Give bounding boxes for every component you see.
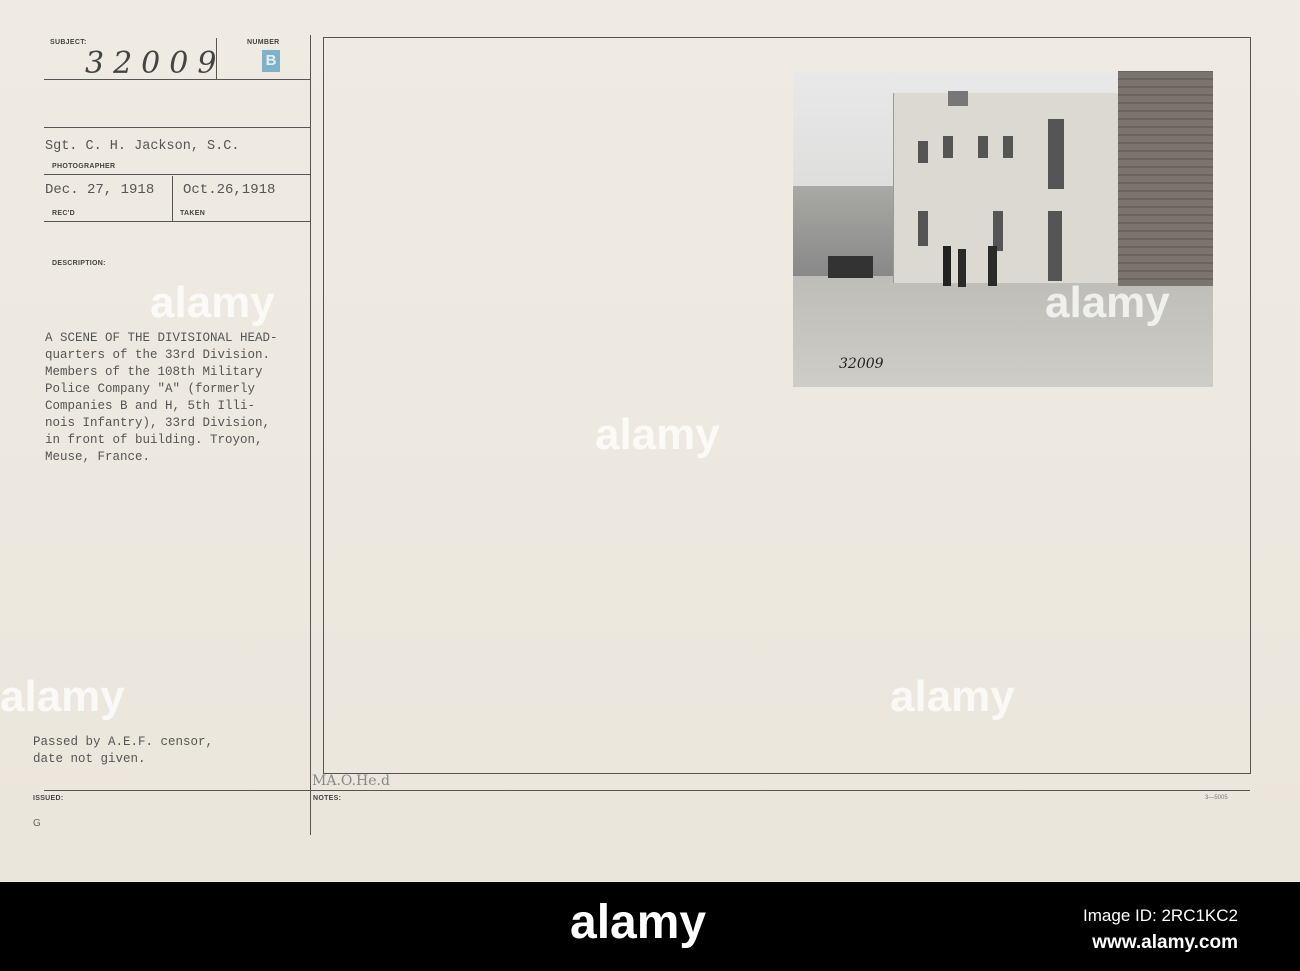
censor-text: Passed by A.E.F. censor, date not given. [33, 734, 213, 768]
received-label: REC'D [52, 210, 75, 217]
censor-line: Passed by A.E.F. censor, [33, 735, 214, 749]
issued-label: ISSUED: [33, 795, 64, 802]
image-id: Image ID: 2RC1KC2 [1083, 906, 1238, 925]
watermark: alamy [1045, 278, 1170, 327]
photographer-label: PHOTOGRAPHER [52, 163, 116, 170]
rule [44, 174, 310, 175]
building-photograph: 32009 [793, 71, 1213, 387]
date-divider [172, 176, 173, 221]
description-line: Police Company "A" (formerly [45, 382, 256, 396]
description-line: Meuse, France. [45, 450, 151, 464]
description-line: Members of the 108th Military [45, 365, 263, 379]
censor-line: date not given. [33, 752, 146, 766]
alamy-url[interactable]: www.alamy.com [1092, 932, 1238, 954]
description-line: nois Infantry), 33rd Division, [45, 416, 271, 430]
issued-mark: G [33, 818, 41, 829]
form-number: 3—5005 [1205, 795, 1228, 801]
column-divider [310, 35, 311, 835]
rule [44, 790, 1250, 791]
archive-card: SUBJECT: 32009 NUMBER B Sgt. C. H. Jacks… [0, 0, 1300, 882]
subject-number: 32009 [85, 46, 226, 81]
description-label: DESCRIPTION: [52, 260, 106, 267]
number-label: NUMBER [247, 39, 280, 46]
received-date: Dec. 27, 1918 [45, 182, 155, 198]
description-line: in front of building. Troyon, [45, 433, 263, 447]
watermark: alamy [595, 410, 720, 459]
description-text: A SCENE OF THE DIVISIONAL HEAD- quarters… [45, 330, 278, 466]
watermark: alamy [890, 672, 1015, 721]
alamy-logo: alamy [570, 896, 707, 949]
watermark: alamy [0, 672, 125, 721]
description-line: A SCENE OF THE DIVISIONAL HEAD- [45, 331, 278, 345]
handwritten-note: MA.O.He.d [312, 773, 390, 789]
photo-number: 32009 [839, 356, 884, 372]
description-line: quarters of the 33rd Division. [45, 348, 271, 362]
subject-label: SUBJECT: [50, 39, 87, 46]
taken-label: TAKEN [180, 210, 206, 217]
description-line: Companies B and H, 5th Illi- [45, 399, 256, 413]
notes-label: NOTES: [313, 795, 342, 802]
taken-date: Oct.26,1918 [183, 182, 276, 198]
photographer-name: Sgt. C. H. Jackson, S.C. [45, 139, 240, 154]
watermark: alamy [150, 278, 275, 327]
rule [44, 127, 310, 128]
rule [44, 221, 310, 222]
number-stamp: B [262, 50, 280, 72]
